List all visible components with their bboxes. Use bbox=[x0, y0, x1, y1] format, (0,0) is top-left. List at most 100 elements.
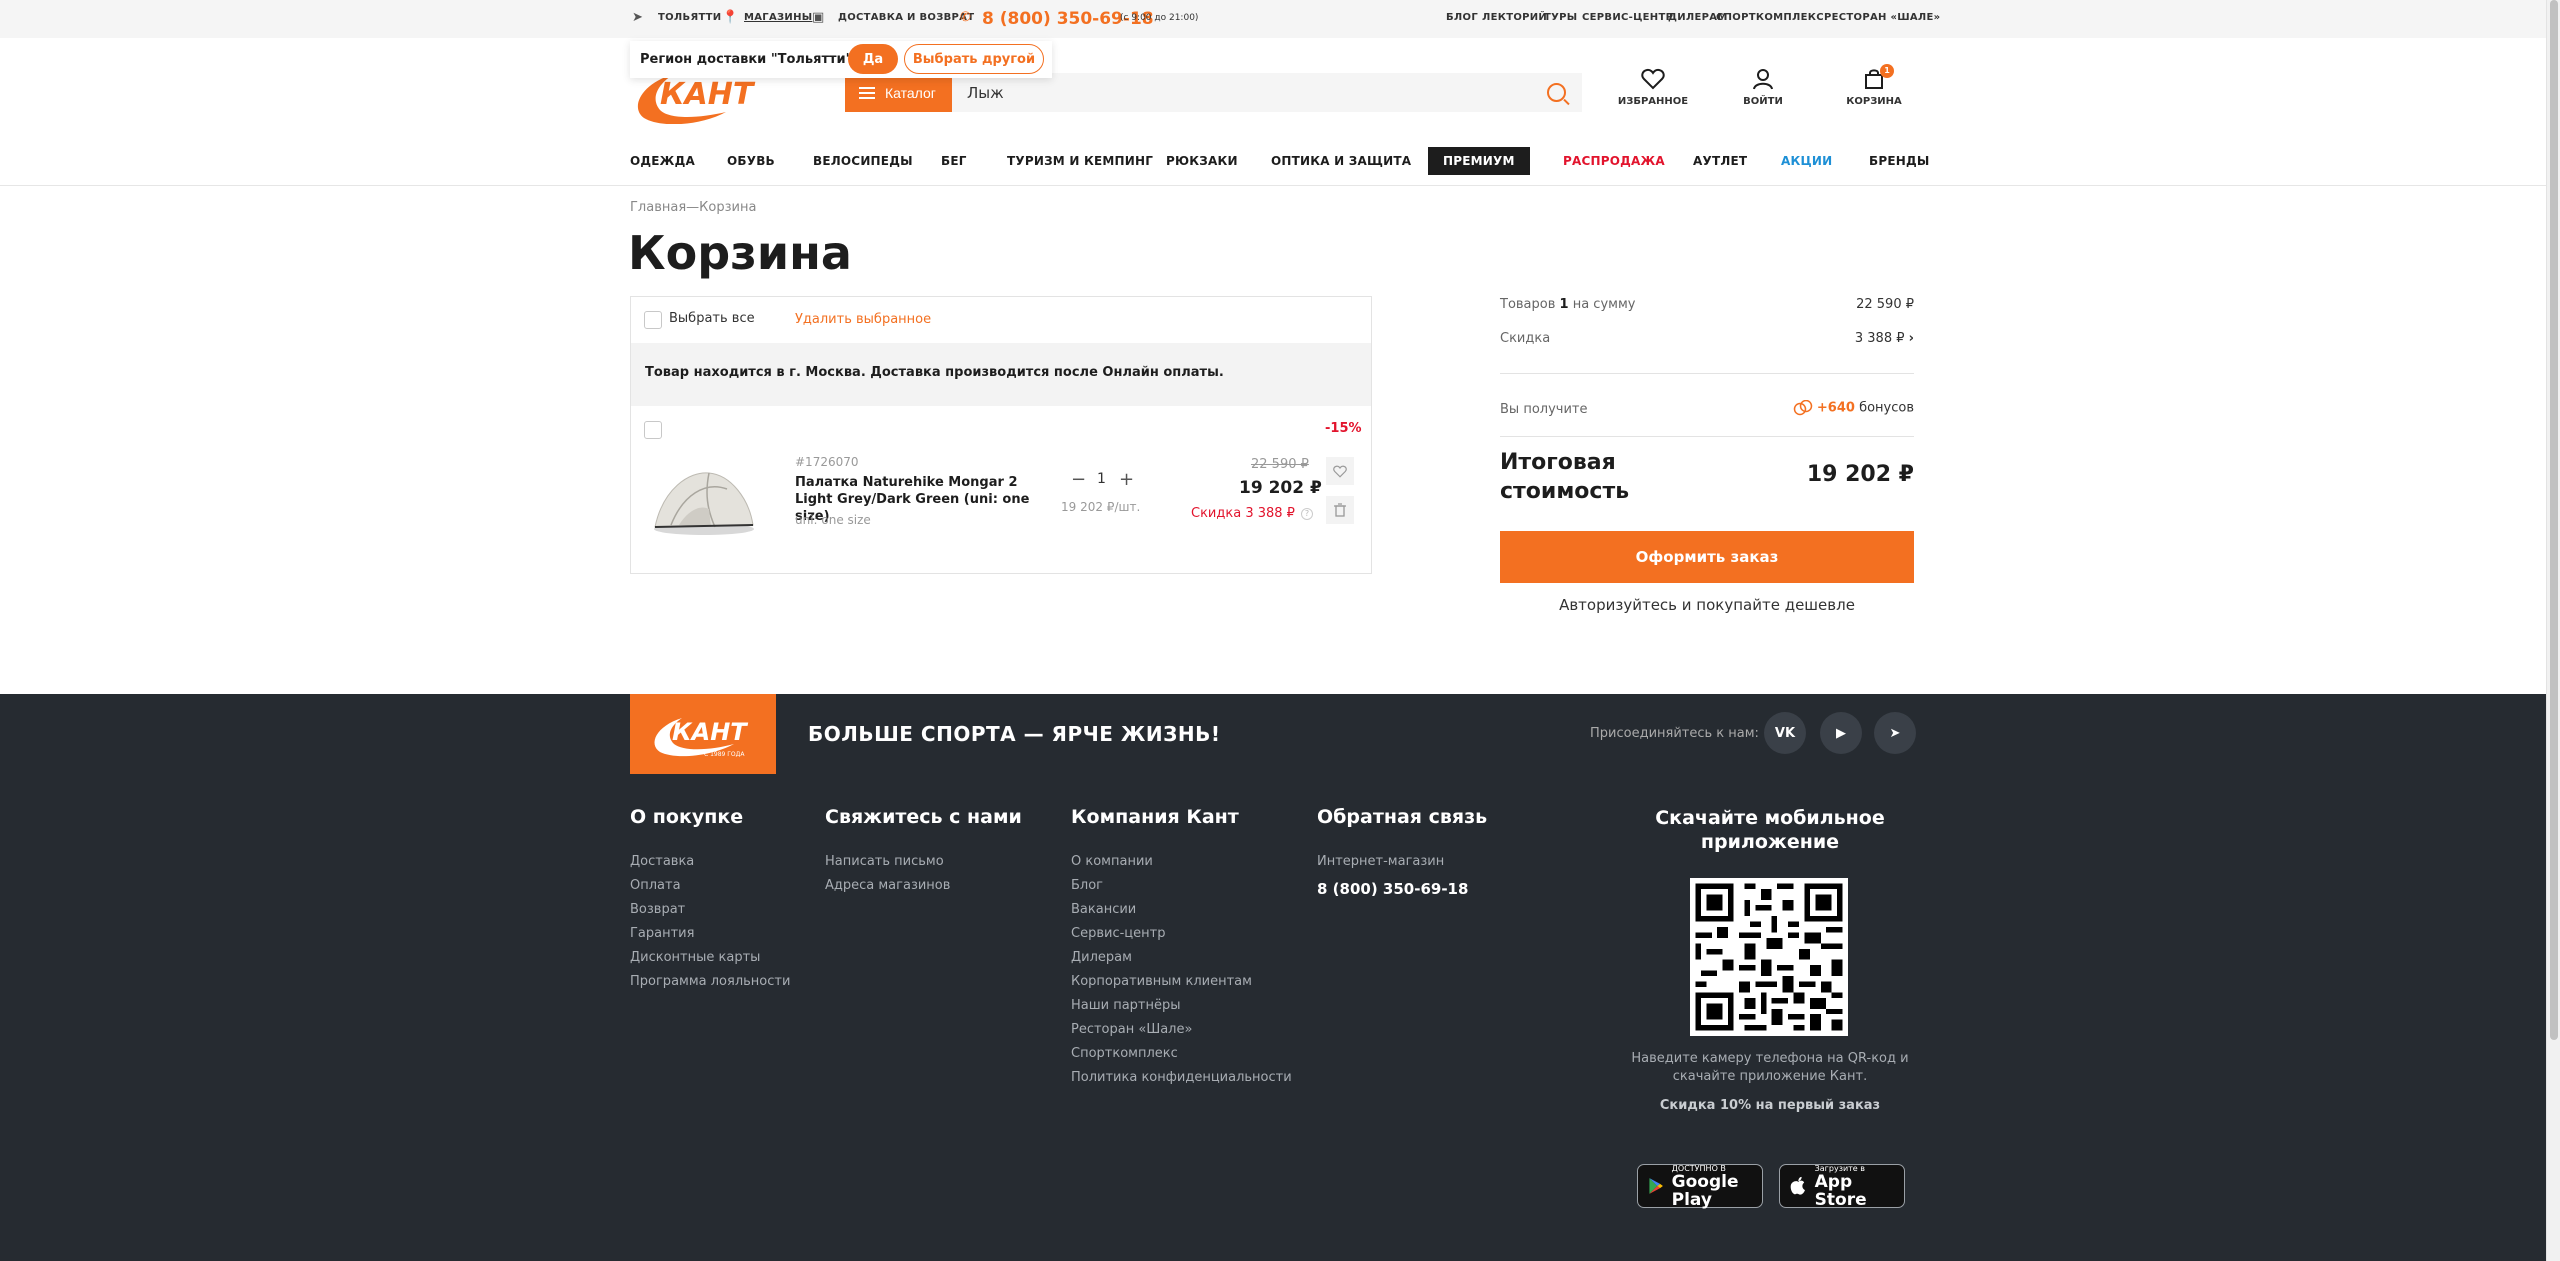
qty-increase-button[interactable]: + bbox=[1119, 469, 1134, 490]
app-store-button[interactable]: Загрузите в App Store bbox=[1779, 1164, 1905, 1209]
search-input[interactable] bbox=[967, 83, 1527, 102]
scrollbar-thumb[interactable] bbox=[2550, 0, 2558, 1040]
footer-logo[interactable]: КАНТ С 1989 ГОДА bbox=[630, 694, 776, 774]
footer-link-loyalty[interactable]: Программа лояльности bbox=[630, 974, 790, 989]
discount-value[interactable]: 3 388 ₽ › bbox=[1830, 331, 1914, 346]
footer-link-corporate[interactable]: Корпоративным клиентам bbox=[1071, 974, 1252, 989]
discount-label: Скидка bbox=[1500, 331, 1551, 346]
footer-link-restaurant[interactable]: Ресторан «Шале» bbox=[1071, 1022, 1192, 1037]
nav-outlet[interactable]: АУТЛЕТ bbox=[1693, 154, 1747, 168]
bonus-label: Вы получите bbox=[1500, 402, 1588, 417]
region-yes-button[interactable]: Да bbox=[848, 44, 898, 74]
footer-link-payment[interactable]: Оплата bbox=[630, 878, 681, 893]
footer-link-vacancies[interactable]: Вакансии bbox=[1071, 902, 1136, 917]
page: ➤ ТОЛЬЯТТИ 📍 МАГАЗИНЫ ▣ ДОСТАВКА И ВОЗВР… bbox=[0, 0, 2546, 1261]
footer-phone[interactable]: 8 (800) 350-69-18 bbox=[1317, 880, 1468, 898]
footer-link-store-addresses[interactable]: Адреса магазинов bbox=[825, 878, 950, 893]
footer-link-write-letter[interactable]: Написать письмо bbox=[825, 854, 944, 869]
page-scrollbar[interactable] bbox=[2546, 0, 2560, 1261]
footer-link-warranty[interactable]: Гарантия bbox=[630, 926, 694, 941]
top-link-blog[interactable]: БЛОГ bbox=[1446, 12, 1478, 23]
bonus-word: бонусов bbox=[1859, 400, 1914, 416]
city-link[interactable]: ТОЛЬЯТТИ bbox=[658, 12, 721, 23]
item-unit-price: 19 202 ₽/шт. bbox=[1061, 500, 1141, 514]
top-link-restaurant[interactable]: РЕСТОРАН «ШАЛЕ» bbox=[1824, 12, 1940, 23]
summary-divider bbox=[1500, 436, 1914, 437]
phone-hours: (с 9:00 до 21:00) bbox=[1120, 13, 1199, 23]
footer-slogan: БОЛЬШЕ СПОРТА — ЯРЧЕ ЖИЗНЬ! bbox=[808, 722, 1221, 746]
checkout-button[interactable]: Оформить заказ bbox=[1500, 531, 1914, 583]
summary-divider bbox=[1500, 373, 1914, 374]
favorites-label: ИЗБРАННОЕ bbox=[1617, 96, 1689, 107]
vk-icon[interactable]: VK bbox=[1764, 712, 1806, 754]
cart-panel: Выбрать все Удалить выбранное Товар нахо… bbox=[630, 296, 1372, 574]
footer-link-discount-cards[interactable]: Дисконтные карты bbox=[630, 950, 760, 965]
product-image-tent[interactable] bbox=[649, 459, 759, 539]
select-all-checkbox[interactable] bbox=[644, 311, 662, 329]
region-question: Регион доставки "Тольятти" ? bbox=[640, 52, 865, 67]
nav-backpacks[interactable]: РЮКЗАКИ bbox=[1166, 154, 1238, 168]
items-label-pre: Товаров bbox=[1500, 297, 1560, 312]
top-link-service[interactable]: СЕРВИС-ЦЕНТР bbox=[1582, 12, 1673, 23]
footer-link-about[interactable]: О компании bbox=[1071, 854, 1153, 869]
delivery-link[interactable]: ДОСТАВКА И ВОЗВРАТ bbox=[838, 12, 974, 23]
nav-sale[interactable]: РАСПРОДАЖА bbox=[1563, 154, 1665, 168]
qty-value[interactable]: 1 bbox=[1097, 471, 1106, 487]
footer-link-privacy[interactable]: Политика конфиденциальности bbox=[1071, 1070, 1292, 1085]
top-link-sport-complex[interactable]: СПОРТКОМПЛЕКС bbox=[1716, 12, 1824, 23]
nav-running[interactable]: БЕГ bbox=[941, 154, 967, 168]
nav-promotions[interactable]: АКЦИИ bbox=[1781, 154, 1832, 168]
catalog-button[interactable]: Каталог bbox=[845, 73, 952, 112]
map-pin-icon: 📍 bbox=[722, 10, 739, 25]
total-label: Итоговая стоимость bbox=[1500, 450, 1630, 504]
footer-link-return[interactable]: Возврат bbox=[630, 902, 685, 917]
top-link-tours[interactable]: ТУРЫ bbox=[1544, 12, 1577, 23]
footer-link-sport-complex[interactable]: Спорткомплекс bbox=[1071, 1046, 1178, 1061]
footer-col-company-title: Компания Кант bbox=[1071, 806, 1239, 828]
delete-selected-link[interactable]: Удалить выбранное bbox=[795, 312, 931, 327]
main-nav: ОДЕЖДА ОБУВЬ ВЕЛОСИПЕДЫ БЕГ ТУРИЗМ И КЕМ… bbox=[0, 140, 2546, 186]
top-bar: ➤ ТОЛЬЯТТИ 📍 МАГАЗИНЫ ▣ ДОСТАВКА И ВОЗВР… bbox=[0, 0, 2546, 38]
region-popup: Регион доставки "Тольятти" ? Да Выбрать … bbox=[630, 41, 1052, 78]
telegram-icon[interactable]: ➤ bbox=[1874, 712, 1916, 754]
nav-premium[interactable]: ПРЕМИУМ bbox=[1428, 147, 1530, 175]
nav-optics[interactable]: ОПТИКА И ЗАЩИТА bbox=[1271, 154, 1411, 168]
items-count: 1 bbox=[1559, 297, 1569, 312]
heart-icon bbox=[1641, 68, 1665, 90]
item-old-price: 22 590 ₽ bbox=[1251, 457, 1309, 472]
add-to-favorites-button[interactable] bbox=[1326, 457, 1354, 485]
youtube-icon[interactable]: ▶ bbox=[1820, 712, 1862, 754]
delete-item-button[interactable] bbox=[1326, 496, 1354, 524]
heart-icon bbox=[1333, 465, 1347, 478]
search-icon[interactable] bbox=[1547, 83, 1566, 102]
nav-brands[interactable]: БРЕНДЫ bbox=[1869, 154, 1930, 168]
select-all-label[interactable]: Выбрать все bbox=[669, 311, 755, 326]
items-label-post: на сумму bbox=[1568, 297, 1636, 312]
footer-link-blog[interactable]: Блог bbox=[1071, 878, 1103, 893]
nav-clothes[interactable]: ОДЕЖДА bbox=[630, 154, 695, 168]
nav-bikes[interactable]: ВЕЛОСИПЕДЫ bbox=[813, 154, 913, 168]
favorites-button[interactable]: ИЗБРАННОЕ bbox=[1613, 68, 1693, 107]
help-icon[interactable]: ? bbox=[1300, 507, 1313, 520]
item-discount-amount: Скидка 3 388 ₽? bbox=[1191, 506, 1313, 521]
login-button[interactable]: ВОЙТИ bbox=[1723, 68, 1803, 107]
nav-shoes[interactable]: ОБУВЬ bbox=[727, 154, 775, 168]
top-link-lectures[interactable]: ЛЕКТОРИЙ bbox=[1482, 12, 1547, 23]
item-checkbox[interactable] bbox=[644, 421, 662, 439]
chevron-right-icon: › bbox=[1908, 331, 1914, 346]
qty-decrease-button[interactable]: − bbox=[1071, 469, 1086, 490]
cart-button[interactable]: 1 КОРЗИНА bbox=[1834, 64, 1914, 107]
google-play-icon bbox=[1649, 1178, 1663, 1194]
login-label: ВОЙТИ bbox=[1743, 96, 1783, 107]
login-cheaper-link[interactable]: Авторизуйтесь и покупайте дешевле bbox=[1500, 596, 1914, 614]
item-sku: #1726070 bbox=[795, 455, 859, 469]
google-play-button[interactable]: ДОСТУПНО В Google Play bbox=[1637, 1164, 1763, 1209]
footer-link-partners[interactable]: Наши партнёры bbox=[1071, 998, 1181, 1013]
stores-link[interactable]: МАГАЗИНЫ bbox=[744, 12, 812, 23]
nav-tourism[interactable]: ТУРИЗМ И КЕМПИНГ bbox=[1007, 154, 1153, 168]
footer-link-dealers[interactable]: Дилерам bbox=[1071, 950, 1132, 965]
footer-link-service-center[interactable]: Сервис-центр bbox=[1071, 926, 1165, 941]
region-choose-other-button[interactable]: Выбрать другой bbox=[904, 44, 1044, 74]
footer-link-delivery[interactable]: Доставка bbox=[630, 854, 694, 869]
breadcrumb[interactable]: Главная—Корзина bbox=[630, 200, 756, 215]
